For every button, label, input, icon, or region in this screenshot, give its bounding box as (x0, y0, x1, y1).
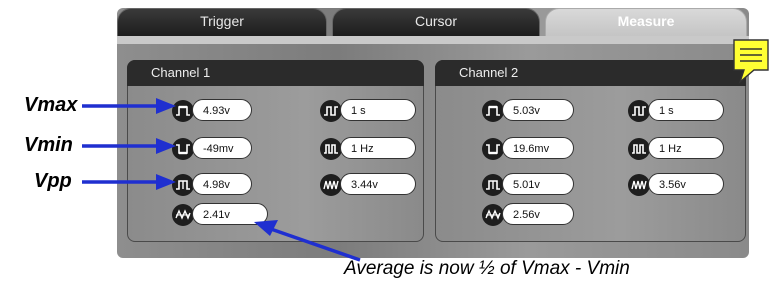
vmin-label: Vmin (24, 134, 73, 156)
average-icon (482, 204, 504, 226)
vmin-arrow (82, 138, 176, 154)
vpp-icon (482, 174, 504, 196)
rms-icon (628, 174, 650, 196)
period-icon (628, 100, 650, 122)
average-icon (172, 204, 194, 226)
ch2-vpp-value: 5.01v (502, 173, 574, 195)
frequency-icon (628, 138, 650, 160)
ch2-vmax-value: 5.03v (502, 99, 574, 121)
vpp-arrow (82, 174, 176, 190)
ch2-average-value: 2.56v (502, 203, 574, 225)
channel-2-title: Channel 2 (435, 60, 746, 86)
channel-2-group: Channel 2 5.03v 19.6mv 5.01v 2.56v 1 s 1… (435, 60, 746, 242)
ch1-vmax-value: 4.93v (192, 99, 252, 121)
rms-icon (320, 174, 342, 196)
vmax-label: Vmax (24, 94, 78, 116)
ch2-rms-value: 3.56v (648, 173, 724, 195)
ch2-vmin-value: 19.6mv (502, 137, 574, 159)
memo-icon[interactable] (732, 38, 772, 84)
ch1-rms-value: 3.44v (340, 173, 416, 195)
ch1-period-value: 1 s (340, 99, 416, 121)
average-note: Average is now ½ of Vmax - Vmin (344, 258, 630, 279)
frequency-icon (320, 138, 342, 160)
ch2-frequency-value: 1 Hz (648, 137, 724, 159)
ch1-vmin-value: -49mv (192, 137, 252, 159)
ch1-frequency-value: 1 Hz (340, 137, 416, 159)
ch2-period-value: 1 s (648, 99, 724, 121)
channel-1-title: Channel 1 (127, 60, 424, 86)
period-icon (320, 100, 342, 122)
vmin-icon (482, 138, 504, 160)
vmax-icon (482, 100, 504, 122)
ch1-vpp-value: 4.98v (192, 173, 252, 195)
vmax-arrow (82, 98, 176, 114)
vpp-label: Vpp (34, 170, 72, 192)
tab-strip (117, 36, 749, 44)
